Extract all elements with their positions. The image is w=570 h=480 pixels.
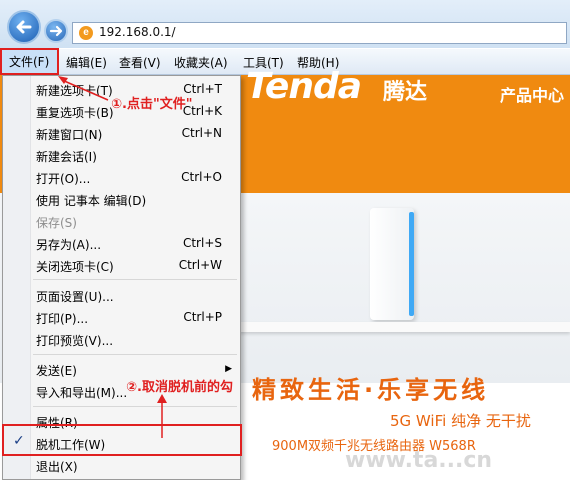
shortcut-new-window: Ctrl+N xyxy=(181,126,222,140)
work-offline-highlight xyxy=(2,424,242,456)
watermark: www.ta...cn xyxy=(345,448,493,473)
shortcut-save-as: Ctrl+S xyxy=(182,236,222,250)
menu-item-new-session[interactable]: 新建会话(I) xyxy=(36,148,97,165)
wifi-tagline: 5G WiFi 纯净 无干扰 xyxy=(390,412,531,430)
menu-view[interactable]: 查看(V) xyxy=(119,54,161,71)
annotation-step-2: ②.取消脱机前的勾 xyxy=(126,380,233,395)
menu-edit[interactable]: 编辑(E) xyxy=(66,54,107,71)
router-image xyxy=(370,208,414,320)
forward-arrow-icon xyxy=(49,25,63,37)
menu-item-page-setup[interactable]: 页面设置(U)... xyxy=(36,288,114,305)
back-arrow-icon xyxy=(16,20,32,34)
menu-item-send[interactable]: 发送(E) xyxy=(36,362,77,379)
menu-icon-gutter xyxy=(3,76,31,479)
menu-item-new-window[interactable]: 新建窗口(N) xyxy=(36,126,102,143)
menu-item-edit-notepad[interactable]: 使用 记事本 编辑(D) xyxy=(36,192,146,209)
shortcut-close-tab: Ctrl+W xyxy=(178,258,222,272)
file-dropdown-menu: 新建选项卡(T) Ctrl+T 重复选项卡(B) Ctrl+K 新建窗口(N) … xyxy=(2,75,241,480)
menu-separator xyxy=(33,406,237,407)
menu-item-new-tab[interactable]: 新建选项卡(T) xyxy=(36,82,113,99)
browser-toolbar: e 192.168.0.1/ xyxy=(0,0,570,48)
menu-item-open[interactable]: 打开(O)... xyxy=(36,170,90,187)
file-menu-highlight xyxy=(0,48,59,75)
shortcut-open: Ctrl+O xyxy=(181,170,222,184)
submenu-arrow-icon: ▶ xyxy=(225,364,232,374)
menu-separator xyxy=(33,354,237,355)
shortcut-print: Ctrl+P xyxy=(183,310,222,324)
menu-item-exit[interactable]: 退出(X) xyxy=(36,458,78,475)
menu-item-save-as[interactable]: 另存为(A)... xyxy=(36,236,101,253)
back-button[interactable] xyxy=(7,10,41,44)
menu-item-close-tab[interactable]: 关闭选项卡(C) xyxy=(36,258,114,275)
menu-item-import-export[interactable]: 导入和导出(M)... xyxy=(36,384,127,401)
menu-favorites[interactable]: 收藏夹(A) xyxy=(174,54,228,71)
shelf-image xyxy=(240,322,570,332)
annotation-step-1: ①.点击"文件" xyxy=(111,97,193,112)
slogan-text: 精致生活·乐享无线 xyxy=(252,376,490,404)
product-center-link[interactable]: 产品中心 xyxy=(500,82,564,106)
tenda-logo[interactable]: Tenda xyxy=(246,66,362,107)
tenda-logo-cn: 腾达 xyxy=(383,80,428,105)
address-bar[interactable]: e 192.168.0.1/ xyxy=(72,22,567,44)
menu-item-print-preview[interactable]: 打印预览(V)... xyxy=(36,332,113,349)
menu-separator xyxy=(33,279,237,280)
forward-button[interactable] xyxy=(44,19,68,43)
menu-item-duplicate-tab[interactable]: 重复选项卡(B) xyxy=(36,104,114,121)
ie-favicon-icon: e xyxy=(79,26,93,40)
menu-item-save[interactable]: 保存(S) xyxy=(36,214,77,231)
menu-item-print[interactable]: 打印(P)... xyxy=(36,310,88,327)
address-text: 192.168.0.1/ xyxy=(99,25,176,39)
